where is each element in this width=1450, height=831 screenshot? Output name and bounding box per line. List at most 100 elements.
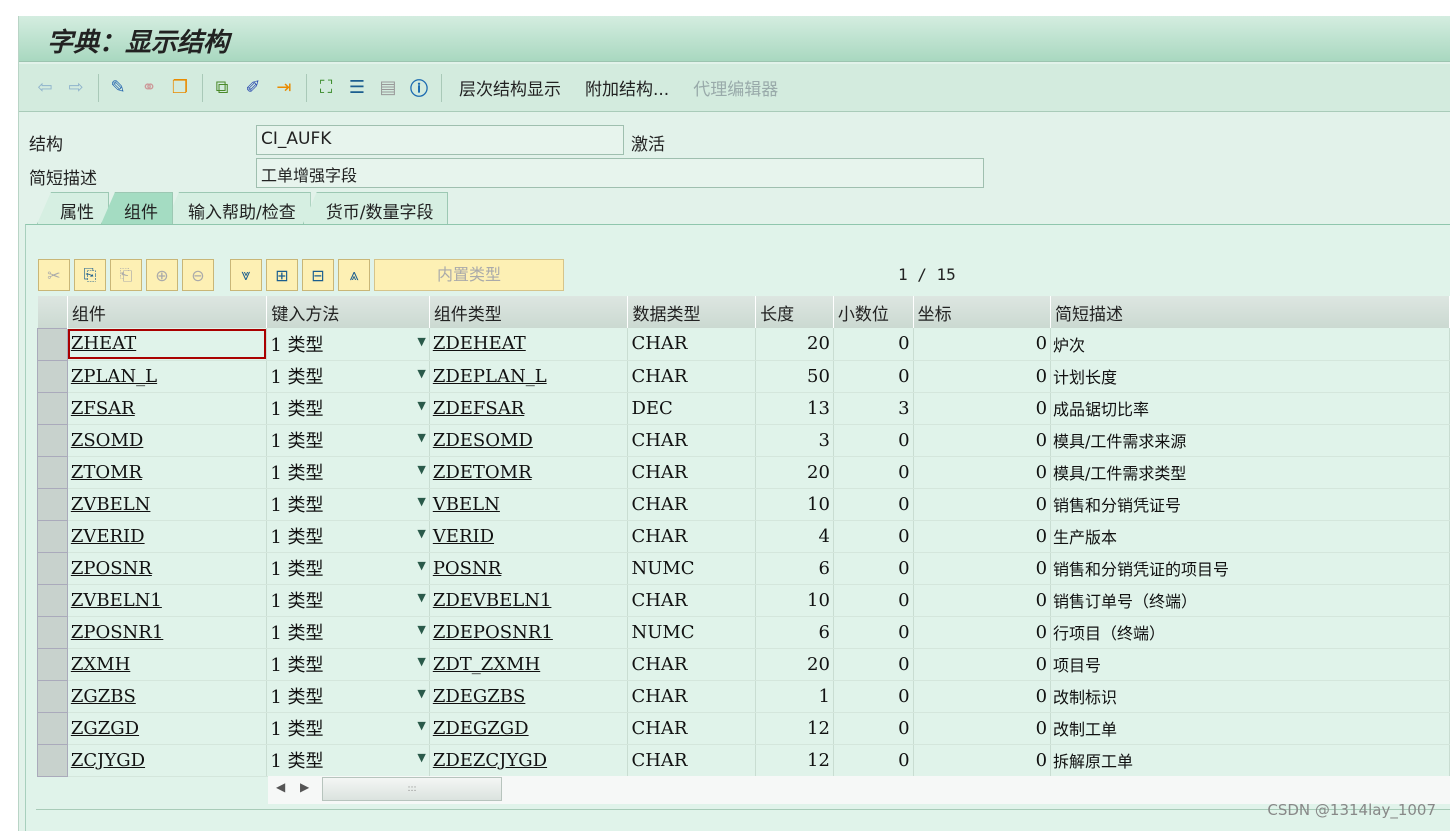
component-type-cell[interactable]: ZDEVBELN1	[429, 584, 629, 617]
entry-method-cell[interactable]: 1 类型 ▼	[266, 424, 430, 457]
component-type-link[interactable]: ZDEVBELN1	[433, 590, 552, 611]
insert-row-icon[interactable]: ⊕	[146, 259, 178, 291]
dropdown-icon[interactable]: ▼	[417, 751, 425, 764]
component-type-cell[interactable]: POSNR	[429, 552, 629, 585]
tab-currency-quantity[interactable]: 货币/数量字段	[302, 192, 449, 224]
scroll-thumb[interactable]: :::	[322, 777, 502, 801]
component-cell[interactable]: ZPOSNR	[67, 552, 268, 585]
col-short-desc[interactable]: 简短描述	[1050, 296, 1450, 328]
col-decimals[interactable]: 小数位	[833, 296, 914, 328]
entry-method-cell[interactable]: 1 类型 ▼	[266, 456, 430, 489]
component-cell[interactable]: ZVERID	[67, 520, 268, 553]
component-link[interactable]: ZSOMD	[71, 430, 143, 451]
col-component[interactable]: 组件	[67, 296, 268, 328]
short-desc-field[interactable]: 工单增强字段	[256, 158, 984, 188]
component-type-link[interactable]: ZDEGZGD	[433, 718, 529, 739]
display-change-icon[interactable]: ✎	[104, 74, 132, 102]
dropdown-icon[interactable]: ▼	[417, 399, 425, 412]
check-icon[interactable]: ✐	[239, 74, 267, 102]
component-type-cell[interactable]: ZDEGZGD	[429, 712, 629, 745]
dropdown-icon[interactable]: ▼	[417, 367, 425, 380]
row-selector[interactable]	[37, 327, 68, 361]
collapse-include-icon[interactable]: ⊟	[302, 259, 334, 291]
component-link[interactable]: ZHEAT	[71, 333, 136, 354]
builtin-type-button[interactable]: 内置类型	[374, 259, 564, 291]
col-entry-method[interactable]: 键入方法	[266, 296, 430, 328]
component-link[interactable]: ZPOSNR1	[71, 622, 163, 643]
entry-method-cell[interactable]: 1 类型 ▼	[266, 552, 430, 585]
component-link[interactable]: ZPLAN_L	[71, 366, 157, 387]
where-used-icon[interactable]: ⧉	[208, 74, 236, 102]
component-type-cell[interactable]: ZDEGZBS	[429, 680, 629, 713]
horizontal-scrollbar[interactable]: ◀ ▶ :::	[268, 776, 1450, 804]
component-type-cell[interactable]: ZDEPOSNR1	[429, 616, 629, 649]
paste-icon[interactable]: ⎗	[110, 259, 142, 291]
component-link[interactable]: ZGZBS	[71, 686, 136, 707]
component-type-link[interactable]: ZDEHEAT	[433, 333, 526, 354]
component-link[interactable]: ZCJYGD	[71, 750, 145, 771]
component-cell[interactable]: ZPLAN_L	[67, 360, 268, 393]
component-cell[interactable]: ZPOSNR1	[67, 616, 268, 649]
row-selector[interactable]	[37, 551, 68, 585]
dropdown-icon[interactable]: ▼	[417, 719, 425, 732]
component-link[interactable]: ZTOMR	[71, 462, 142, 483]
col-component-type[interactable]: 组件类型	[429, 296, 629, 328]
tab-input-help[interactable]: 输入帮助/检查	[165, 192, 311, 224]
dropdown-icon[interactable]: ▼	[417, 463, 425, 476]
row-selector[interactable]	[37, 519, 68, 553]
col-coordinate[interactable]: 坐标	[913, 296, 1052, 328]
hierarchy-icon[interactable]: ⛶	[312, 74, 340, 102]
component-type-cell[interactable]: VERID	[429, 520, 629, 553]
row-selector[interactable]	[37, 743, 68, 777]
component-type-link[interactable]: ZDEFSAR	[433, 398, 524, 419]
entry-method-cell[interactable]: 1 类型 ▼	[266, 712, 430, 745]
component-type-link[interactable]: ZDEPLAN_L	[433, 366, 547, 387]
row-selector[interactable]	[37, 391, 68, 425]
dropdown-icon[interactable]: ▼	[417, 591, 425, 604]
component-type-cell[interactable]: ZDEZCJYGD	[429, 744, 629, 777]
forward-icon[interactable]: ⇨	[62, 74, 90, 102]
component-cell[interactable]: ZVBELN	[67, 488, 268, 521]
cut-icon[interactable]: ✂	[38, 259, 70, 291]
component-type-cell[interactable]: ZDETOMR	[429, 456, 629, 489]
dropdown-icon[interactable]: ▼	[417, 559, 425, 572]
entry-method-cell[interactable]: 1 类型 ▼	[266, 680, 430, 713]
component-cell[interactable]: ZSOMD	[67, 424, 268, 457]
component-type-cell[interactable]: ZDEFSAR	[429, 392, 629, 425]
row-selector[interactable]	[37, 615, 68, 649]
dropdown-icon[interactable]: ▼	[417, 431, 425, 444]
component-type-link[interactable]: VERID	[433, 526, 494, 547]
row-selector[interactable]	[37, 711, 68, 745]
table-icon[interactable]: ▤	[374, 74, 402, 102]
row-selector[interactable]	[37, 647, 68, 681]
row-selector[interactable]	[37, 359, 68, 393]
component-type-link[interactable]: ZDT_ZXMH	[433, 654, 540, 675]
entry-method-cell[interactable]: 1 类型 ▼	[266, 488, 430, 521]
expand-include-icon[interactable]: ⊞	[266, 259, 298, 291]
collapse-all-icon[interactable]: ⩓	[338, 259, 370, 291]
component-cell[interactable]: ZGZBS	[67, 680, 268, 713]
tab-attributes[interactable]: 属性	[37, 192, 109, 224]
scroll-left-icon[interactable]: ◀	[276, 780, 285, 794]
component-type-link[interactable]: ZDETOMR	[433, 462, 532, 483]
component-cell[interactable]: ZHEAT	[67, 328, 268, 361]
entry-method-cell[interactable]: 1 类型 ▼	[266, 616, 430, 649]
col-data-type[interactable]: 数据类型	[627, 296, 757, 328]
component-cell[interactable]: ZTOMR	[67, 456, 268, 489]
component-type-link[interactable]: ZDESOMD	[433, 430, 533, 451]
component-link[interactable]: ZVERID	[71, 526, 145, 547]
dropdown-icon[interactable]: ▼	[417, 655, 425, 668]
append-structure-button[interactable]: 附加结构...	[585, 75, 669, 100]
dropdown-icon[interactable]: ▼	[417, 335, 425, 348]
expand-all-icon[interactable]: ⩔	[230, 259, 262, 291]
entry-method-cell[interactable]: 1 类型 ▼	[266, 360, 430, 393]
component-type-link[interactable]: ZDEGZBS	[433, 686, 526, 707]
component-type-cell[interactable]: ZDEHEAT	[429, 328, 629, 361]
component-type-link[interactable]: VBELN	[433, 494, 500, 515]
component-type-cell[interactable]: VBELN	[429, 488, 629, 521]
hierarchy-display-button[interactable]: 层次结构显示	[459, 75, 561, 100]
row-selector[interactable]	[37, 583, 68, 617]
component-type-link[interactable]: ZDEZCJYGD	[433, 750, 547, 771]
component-type-cell[interactable]: ZDT_ZXMH	[429, 648, 629, 681]
component-link[interactable]: ZFSAR	[71, 398, 135, 419]
